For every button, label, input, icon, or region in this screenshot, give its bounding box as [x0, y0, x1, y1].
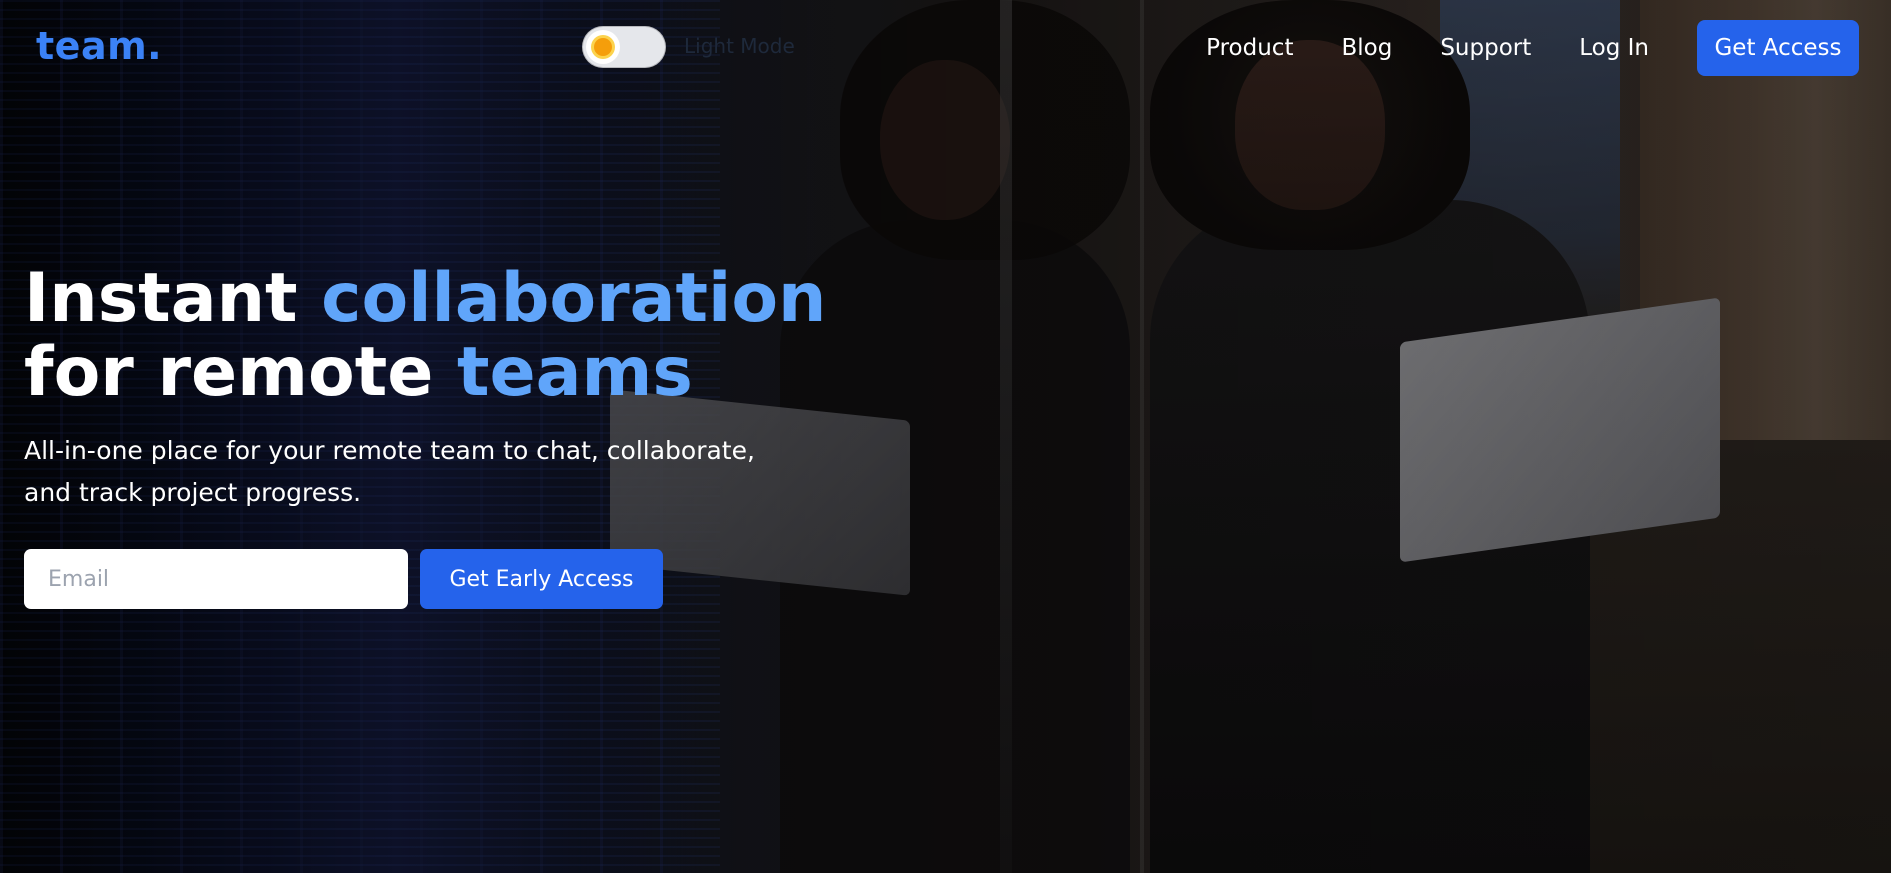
nav-link-product[interactable]: Product — [1206, 35, 1293, 61]
logo[interactable]: team. — [36, 24, 162, 68]
email-input[interactable] — [24, 549, 408, 609]
hero-title-part2: for remote — [24, 333, 458, 412]
nav-link-support[interactable]: Support — [1440, 35, 1531, 61]
nav-link-login[interactable]: Log In — [1579, 35, 1649, 61]
toggle-knob — [586, 30, 620, 64]
theme-toggle-label: Light Mode — [684, 34, 795, 58]
nav-links: Product Blog Support Log In Get Access — [1206, 0, 1891, 96]
hero-title: Instant collaboration for remote teams — [24, 262, 826, 410]
nav-link-blog[interactable]: Blog — [1341, 35, 1392, 61]
theme-toggle[interactable] — [582, 26, 666, 68]
top-navigation: team. Light Mode Product Blog Support Lo… — [0, 0, 1891, 96]
hero-title-part1: Instant — [24, 259, 322, 338]
landing-page: team. Light Mode Product Blog Support Lo… — [0, 0, 1891, 873]
sun-icon — [594, 38, 612, 56]
get-early-access-button[interactable]: Get Early Access — [420, 549, 663, 609]
hero-title-highlight-collaboration: collaboration — [321, 259, 827, 338]
hero-title-highlight-teams: teams — [457, 333, 693, 412]
hero-subtitle: All-in-one place for your remote team to… — [24, 436, 755, 507]
get-access-button[interactable]: Get Access — [1697, 20, 1859, 76]
